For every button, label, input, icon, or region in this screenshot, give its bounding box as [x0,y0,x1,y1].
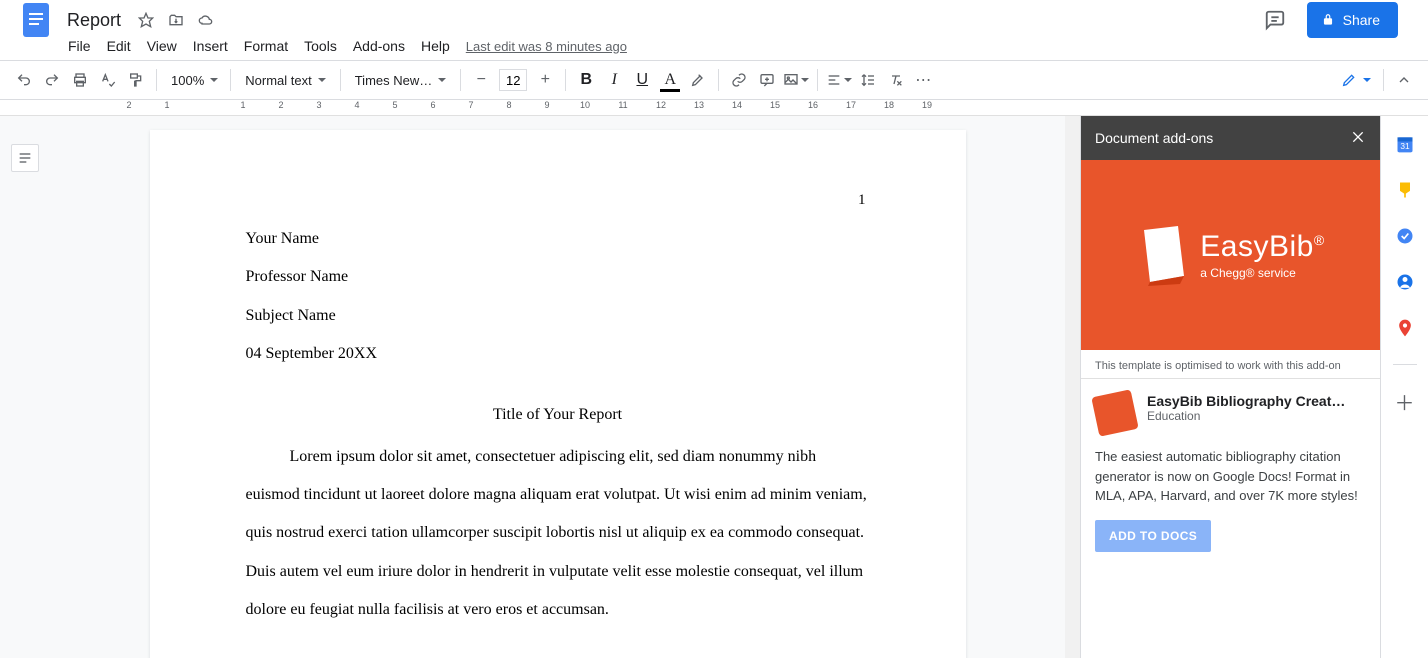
body-paragraph[interactable]: Lorem ipsum dolor sit amet, consectetuer… [246,438,870,630]
menu-tools[interactable]: Tools [296,34,345,58]
addon-banner: EasyBib® a Chegg® service [1081,160,1380,350]
addon-note: This template is optimised to work with … [1081,350,1380,379]
tasks-icon[interactable] [1395,226,1415,246]
collapse-panel-icon[interactable] [1390,66,1418,94]
document-canvas[interactable]: 1 Your Name Professor Name Subject Name … [50,116,1065,658]
chevron-down-icon [844,78,852,82]
keep-icon[interactable] [1395,180,1415,200]
italic-icon[interactable]: I [600,66,628,94]
insert-image-icon[interactable] [781,66,811,94]
redo-icon[interactable] [38,66,66,94]
addon-panel-title: Document add-ons [1095,130,1213,146]
side-rail: 31 ＋ [1380,116,1428,658]
chevron-down-icon [210,78,218,82]
easybib-logo-icon [1136,224,1188,286]
spellcheck-icon[interactable] [94,66,122,94]
underline-icon[interactable]: U [628,66,656,94]
add-comment-icon[interactable] [753,66,781,94]
svg-text:31: 31 [1400,141,1410,151]
addon-item-title: EasyBib Bibliography Creat… [1147,393,1345,409]
contacts-icon[interactable] [1395,272,1415,292]
easybib-subtitle: a Chegg® service [1200,266,1324,280]
move-icon[interactable] [168,12,184,28]
text-color-icon[interactable]: A [656,66,684,94]
ruler[interactable]: 2112345678910111213141516171819 [0,100,1428,116]
style-value: Normal text [245,73,311,88]
header-line[interactable]: 04 September 20XX [246,335,870,373]
calendar-icon[interactable]: 31 [1395,134,1415,154]
paragraph-style-select[interactable]: Normal text [237,66,333,94]
font-size-decrease[interactable]: − [467,66,495,94]
page[interactable]: 1 Your Name Professor Name Subject Name … [150,130,966,658]
add-addon-icon[interactable]: ＋ [1395,391,1415,411]
addon-item-description: The easiest automatic bibliography citat… [1095,447,1366,506]
maps-icon[interactable] [1395,318,1415,338]
last-edit-link[interactable]: Last edit was 8 minutes ago [466,39,627,54]
outline-toggle-icon[interactable] [11,144,39,172]
editing-mode[interactable] [1335,66,1377,94]
add-to-docs-button[interactable]: ADD TO DOCS [1095,520,1211,552]
menu-help[interactable]: Help [413,34,458,58]
font-value: Times New… [355,73,433,88]
bold-icon[interactable]: B [572,66,600,94]
align-icon[interactable] [824,66,854,94]
header-line[interactable]: Professor Name [246,258,870,296]
addon-item-category: Education [1147,409,1345,423]
undo-icon[interactable] [10,66,38,94]
vertical-scrollbar[interactable] [1065,116,1080,658]
font-size-increase[interactable]: + [531,66,559,94]
menu-view[interactable]: View [139,34,185,58]
report-title[interactable]: Title of Your Report [246,406,870,424]
share-label: Share [1343,12,1380,28]
menu-edit[interactable]: Edit [99,34,139,58]
line-spacing-icon[interactable] [854,66,882,94]
zoom-value: 100% [171,73,204,88]
paint-format-icon[interactable] [122,66,150,94]
menu-format[interactable]: Format [236,34,296,58]
highlight-color-icon[interactable] [684,66,712,94]
print-icon[interactable] [66,66,94,94]
addon-thumb-icon [1091,389,1138,436]
font-family-select[interactable]: Times New… [347,66,455,94]
menu-file[interactable]: File [60,34,99,58]
star-icon[interactable] [138,12,154,28]
more-icon[interactable]: ⋯ [910,66,938,94]
chevron-down-icon [1363,78,1371,82]
comments-icon[interactable] [1261,6,1289,34]
menu-insert[interactable]: Insert [185,34,236,58]
chevron-down-icon [318,78,326,82]
zoom-select[interactable]: 100% [163,66,224,94]
document-title[interactable]: Report [60,7,128,34]
header-line[interactable]: Subject Name [246,297,870,335]
insert-link-icon[interactable] [725,66,753,94]
page-number: 1 [858,192,866,209]
chevron-down-icon [801,78,809,82]
close-icon[interactable] [1350,129,1366,148]
chevron-down-icon [438,78,446,82]
font-size-input[interactable] [499,69,527,91]
header-line[interactable]: Your Name [246,220,870,258]
cloud-icon[interactable] [198,12,214,28]
easybib-brand: EasyBib [1200,230,1314,263]
addon-panel: Document add-ons EasyBib® a Chegg® servi… [1080,116,1380,658]
clear-formatting-icon[interactable] [882,66,910,94]
menu-addons[interactable]: Add-ons [345,34,413,58]
